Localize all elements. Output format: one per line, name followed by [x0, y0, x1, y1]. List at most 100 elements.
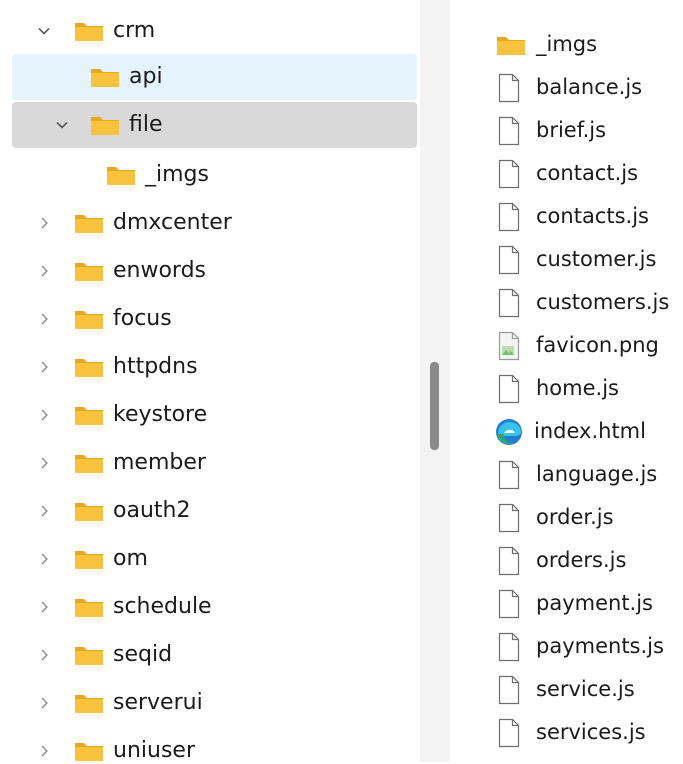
tree-item-label: seqid [113, 642, 173, 667]
tree-item-enwords[interactable]: enwords [12, 248, 417, 294]
file-name: language.js [536, 462, 658, 486]
tree-item-focus[interactable]: focus [12, 296, 417, 342]
chevron-right-icon[interactable] [36, 263, 52, 279]
file-name: order.js [536, 505, 614, 529]
file-item-payment-js[interactable]: payment.js [490, 583, 680, 623]
tree-item-label: uniuser [113, 738, 195, 763]
file-item-contact-js[interactable]: contact.js [490, 153, 680, 193]
chevron-right-icon[interactable] [36, 311, 52, 327]
tree-item-seqid[interactable]: seqid [12, 632, 417, 678]
file-icon [496, 202, 522, 232]
folder-icon [74, 404, 104, 426]
tree-item-label: om [113, 546, 148, 571]
chevron-right-icon[interactable] [36, 743, 52, 759]
chevron-right-icon[interactable] [36, 695, 52, 711]
file-icon [496, 288, 522, 318]
file-item-payments-js[interactable]: payments.js [490, 626, 680, 666]
tree-item-serverui[interactable]: serverui [12, 680, 417, 726]
file-icon [496, 116, 522, 146]
chevron-right-icon[interactable] [36, 503, 52, 519]
tree-item-crm[interactable]: crm [12, 8, 417, 54]
file-name: service.js [536, 677, 635, 701]
file-item-brief-js[interactable]: brief.js [490, 110, 680, 150]
tree-item-imgs[interactable]: _imgs [12, 152, 417, 198]
tree-item-oauth2[interactable]: oauth2 [12, 488, 417, 534]
tree-item-member[interactable]: member [12, 440, 417, 486]
file-item-index-html[interactable]: index.html [490, 411, 680, 451]
file-name: customer.js [536, 247, 657, 271]
tree-item-label: keystore [113, 402, 208, 427]
folder-icon [74, 452, 104, 474]
tree-item-label: serverui [113, 690, 203, 715]
scrollbar-thumb[interactable] [430, 362, 439, 450]
tree-item-uniuser[interactable]: uniuser [12, 728, 417, 763]
chevron-right-icon[interactable] [36, 647, 52, 663]
folder-icon [74, 500, 104, 522]
file-name: contact.js [536, 161, 639, 185]
folder-icon [74, 356, 104, 378]
file-item-services-js[interactable]: services.js [490, 712, 680, 752]
folder-icon [74, 692, 104, 714]
tree-item-label: member [113, 450, 206, 475]
file-item-home-js[interactable]: home.js [490, 368, 680, 408]
folder-icon [74, 260, 104, 282]
file-item-orders-js[interactable]: orders.js [490, 540, 680, 580]
navigation-tree-pane: crm api file _imgs dmxcenter enwords foc… [0, 0, 420, 763]
folder-icon [74, 740, 104, 762]
tree-item-label: api [129, 64, 163, 89]
chevron-right-icon[interactable] [36, 407, 52, 423]
chevron-right-icon[interactable] [36, 215, 52, 231]
tree-item-httpdns[interactable]: httpdns [12, 344, 417, 390]
file-icon [496, 159, 522, 189]
file-item-order-js[interactable]: order.js [490, 497, 680, 537]
file-icon [496, 675, 522, 705]
file-name: favicon.png [536, 333, 659, 357]
file-name: balance.js [536, 75, 643, 99]
chevron-right-icon[interactable] [36, 551, 52, 567]
tree-item-dmxcenter[interactable]: dmxcenter [12, 200, 417, 246]
file-icon [496, 73, 522, 103]
folder-icon [74, 596, 104, 618]
folder-icon [74, 644, 104, 666]
file-item-customers-js[interactable]: customers.js [490, 282, 680, 322]
folder-icon [74, 548, 104, 570]
chevron-down-icon[interactable] [36, 23, 52, 39]
file-icon [496, 374, 522, 404]
file-icon [496, 718, 522, 748]
folder-icon [90, 114, 120, 136]
chevron-right-icon[interactable] [36, 599, 52, 615]
file-item-imgs[interactable]: _imgs [490, 24, 680, 64]
file-item-favicon-png[interactable]: favicon.png [490, 325, 680, 365]
file-item-contacts-js[interactable]: contacts.js [490, 196, 680, 236]
tree-item-api[interactable]: api [12, 54, 417, 100]
file-icon [496, 632, 522, 662]
tree-item-label: oauth2 [113, 498, 191, 523]
tree-item-file[interactable]: file [12, 102, 417, 148]
file-name: brief.js [536, 118, 607, 142]
folder-icon [74, 20, 104, 42]
file-icon [496, 546, 522, 576]
file-item-language-js[interactable]: language.js [490, 454, 680, 494]
file-name: _imgs [536, 32, 598, 56]
chevron-right-icon[interactable] [36, 359, 52, 375]
chevron-right-icon[interactable] [36, 455, 52, 471]
tree-item-label: enwords [113, 258, 207, 283]
folder-icon [496, 34, 526, 56]
tree-item-om[interactable]: om [12, 536, 417, 582]
tree-item-keystore[interactable]: keystore [12, 392, 417, 438]
file-icon [496, 589, 522, 619]
folder-icon [74, 308, 104, 330]
folder-icon [74, 212, 104, 234]
file-icon [496, 245, 522, 275]
chevron-down-icon[interactable] [54, 117, 70, 133]
file-item-balance-js[interactable]: balance.js [490, 67, 680, 107]
edge-browser-icon [494, 417, 524, 447]
file-item-service-js[interactable]: service.js [490, 669, 680, 709]
image-file-icon [496, 331, 522, 361]
file-icon [496, 460, 522, 490]
tree-item-schedule[interactable]: schedule [12, 584, 417, 630]
tree-item-label: crm [113, 18, 156, 43]
file-name: payment.js [536, 591, 653, 615]
file-item-customer-js[interactable]: customer.js [490, 239, 680, 279]
file-name: orders.js [536, 548, 627, 572]
